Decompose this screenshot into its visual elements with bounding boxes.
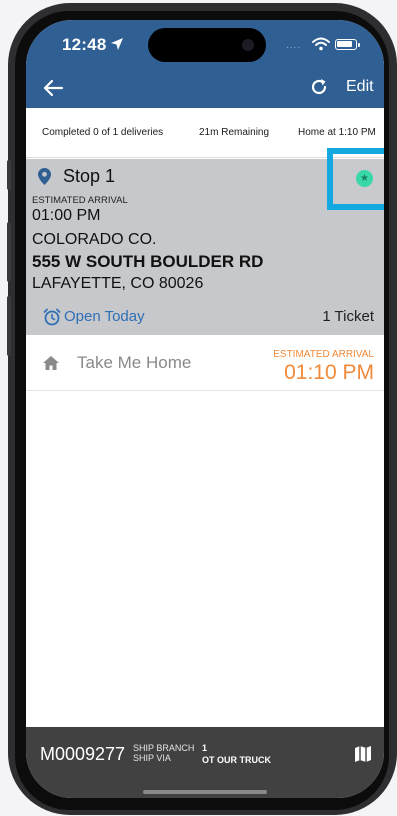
phone-action-button — [7, 160, 11, 190]
home-indicator — [143, 790, 267, 794]
back-arrow-icon[interactable] — [42, 78, 64, 98]
page: 12:48 .... Edit Completed 0 of 1 deliver… — [0, 0, 397, 816]
open-today-link[interactable]: Open Today — [64, 308, 145, 325]
app-bar: 12:48 .... Edit — [26, 20, 384, 108]
ship-via-label: SHIP VIA — [133, 753, 171, 763]
take-me-home-row[interactable]: Take Me Home ESTIMATED ARRIVAL 01:10 PM — [26, 335, 384, 391]
city-state-zip: LAFAYETTE, CO 80026 — [32, 275, 204, 292]
home-icon — [43, 356, 59, 370]
completed-deliveries: Completed 0 of 1 deliveries — [42, 127, 164, 138]
ship-branch-label: SHIP BRANCH — [133, 743, 195, 753]
signal-dots: .... — [286, 40, 302, 51]
estimated-arrival-label: ESTIMATED ARRIVAL — [32, 195, 128, 206]
camera-icon — [242, 39, 254, 51]
status-time: 12:48 — [62, 35, 107, 54]
map-icon[interactable] — [354, 745, 372, 763]
battery-icon — [335, 39, 360, 50]
home-estimated-arrival-time: 01:10 PM — [284, 361, 374, 384]
app-screen: 12:48 .... Edit Completed 0 of 1 deliver… — [26, 20, 384, 798]
time-remaining: 21m Remaining — [199, 127, 270, 138]
customer-name: COLORADO CO. — [32, 231, 157, 248]
map-pin-icon — [38, 168, 51, 185]
highlight-box — [327, 148, 384, 210]
phone-volume-down-button — [7, 296, 11, 356]
order-id: M0009277 — [40, 744, 126, 764]
ship-branch-value: 1 — [202, 743, 208, 753]
alarm-clock-icon — [43, 308, 61, 326]
home-arrival-time: Home at 1:10 PM — [298, 127, 376, 138]
ticket-count: 1 Ticket — [322, 308, 374, 325]
wifi-icon — [312, 37, 330, 51]
stop-title: Stop 1 — [63, 166, 116, 186]
refresh-icon[interactable] — [309, 77, 329, 97]
estimated-arrival-time: 01:00 PM — [32, 207, 101, 224]
edit-button[interactable]: Edit — [346, 78, 374, 96]
take-me-home-label: Take Me Home — [77, 353, 192, 372]
home-estimated-arrival-label: ESTIMATED ARRIVAL — [273, 349, 374, 360]
ship-via-value: OT OUR TRUCK — [202, 755, 271, 765]
phone-volume-up-button — [7, 222, 11, 282]
location-arrow-icon — [111, 38, 123, 50]
order-bottom-bar: M0009277 SHIP BRANCH SHIP VIA 1 OT OUR T… — [26, 727, 384, 798]
dynamic-island — [148, 28, 266, 62]
street-address: 555 W SOUTH BOULDER RD — [32, 252, 264, 271]
